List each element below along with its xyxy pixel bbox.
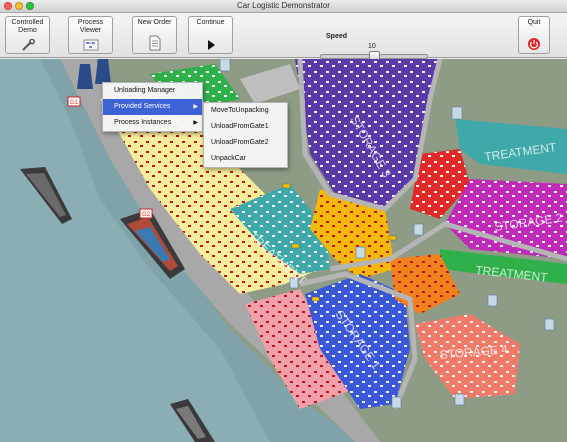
- power-icon: [528, 38, 540, 50]
- gate-label-2: G2: [142, 212, 151, 218]
- quit-label: Quit: [527, 19, 541, 26]
- submenu-item-label: MoveToUnpacking: [211, 107, 269, 114]
- process-viewer-label: Process Viewer: [77, 19, 104, 34]
- wrench-icon: [21, 39, 35, 51]
- submenu-item-label: UnpackCar: [211, 155, 247, 162]
- building: [219, 59, 231, 72]
- menu-item-label: Unloading Manager: [114, 87, 176, 94]
- title-bar: Car Logistic Demonstrator: [0, 0, 567, 13]
- menu-item-label: Provided Services: [114, 103, 171, 110]
- provided-services-submenu: MoveToUnpacking UnloadFromGate1 UnloadFr…: [203, 102, 288, 168]
- controlled-demo-button[interactable]: Controlled Demo: [5, 16, 50, 54]
- process-viewer-button[interactable]: Process Viewer: [68, 16, 113, 54]
- truck[interactable]: [282, 183, 291, 189]
- submenu-arrow-icon: ▶: [193, 120, 198, 126]
- building: [451, 106, 463, 120]
- menu-item-unloading-manager[interactable]: Unloading Manager: [103, 83, 202, 99]
- submenu-item-unload-from-gate1[interactable]: UnloadFromGate1: [204, 119, 287, 135]
- speed-value: 10: [368, 43, 376, 50]
- menu-item-label: Process Instances: [114, 119, 172, 126]
- building: [544, 318, 555, 331]
- port-map[interactable]: G1 G2 STORAGE 3 TREATMENT STORAGE 2 TREA…: [0, 59, 567, 442]
- building: [355, 246, 366, 259]
- process-diagram-icon: [83, 39, 98, 51]
- toolbar: Controlled Demo Process Viewer New Order: [0, 13, 567, 62]
- submenu-item-unload-from-gate2[interactable]: UnloadFromGate2: [204, 135, 287, 151]
- truck[interactable]: [388, 235, 397, 241]
- submenu-item-unpack-car[interactable]: UnpackCar: [204, 151, 287, 167]
- play-icon: [207, 40, 215, 50]
- context-menu: Unloading Manager Provided Services ▶ Pr…: [102, 82, 203, 132]
- gate-label-2-badge[interactable]: G2: [139, 208, 153, 219]
- truck[interactable]: [311, 296, 320, 302]
- truck[interactable]: [291, 243, 300, 249]
- gate-label-1-badge[interactable]: G1: [67, 96, 81, 107]
- menu-item-provided-services[interactable]: Provided Services ▶: [103, 99, 202, 115]
- document-icon: [149, 35, 160, 51]
- continue-label: Continue: [196, 19, 225, 26]
- new-order-button[interactable]: New Order: [132, 16, 177, 54]
- speed-label: Speed: [326, 33, 348, 40]
- menu-item-process-instances[interactable]: Process Instances ▶: [103, 115, 202, 131]
- building: [454, 393, 465, 406]
- controlled-demo-label: Controlled Demo: [11, 19, 44, 34]
- continue-button[interactable]: Continue: [188, 16, 233, 54]
- gate-label-1: G1: [70, 100, 79, 106]
- window-title: Car Logistic Demonstrator: [237, 1, 330, 10]
- building: [391, 396, 402, 409]
- submenu-arrow-icon: ▶: [193, 104, 198, 110]
- app-window: Car Logistic Demonstrator Controlled Dem…: [0, 0, 567, 442]
- building: [487, 294, 498, 307]
- submenu-item-move-to-unpacking[interactable]: MoveToUnpacking: [204, 103, 287, 119]
- submenu-item-label: UnloadFromGate1: [211, 123, 269, 130]
- quit-button[interactable]: Quit: [518, 16, 550, 54]
- submenu-item-label: UnloadFromGate2: [211, 139, 269, 146]
- new-order-label: New Order: [137, 19, 172, 26]
- building: [413, 223, 424, 236]
